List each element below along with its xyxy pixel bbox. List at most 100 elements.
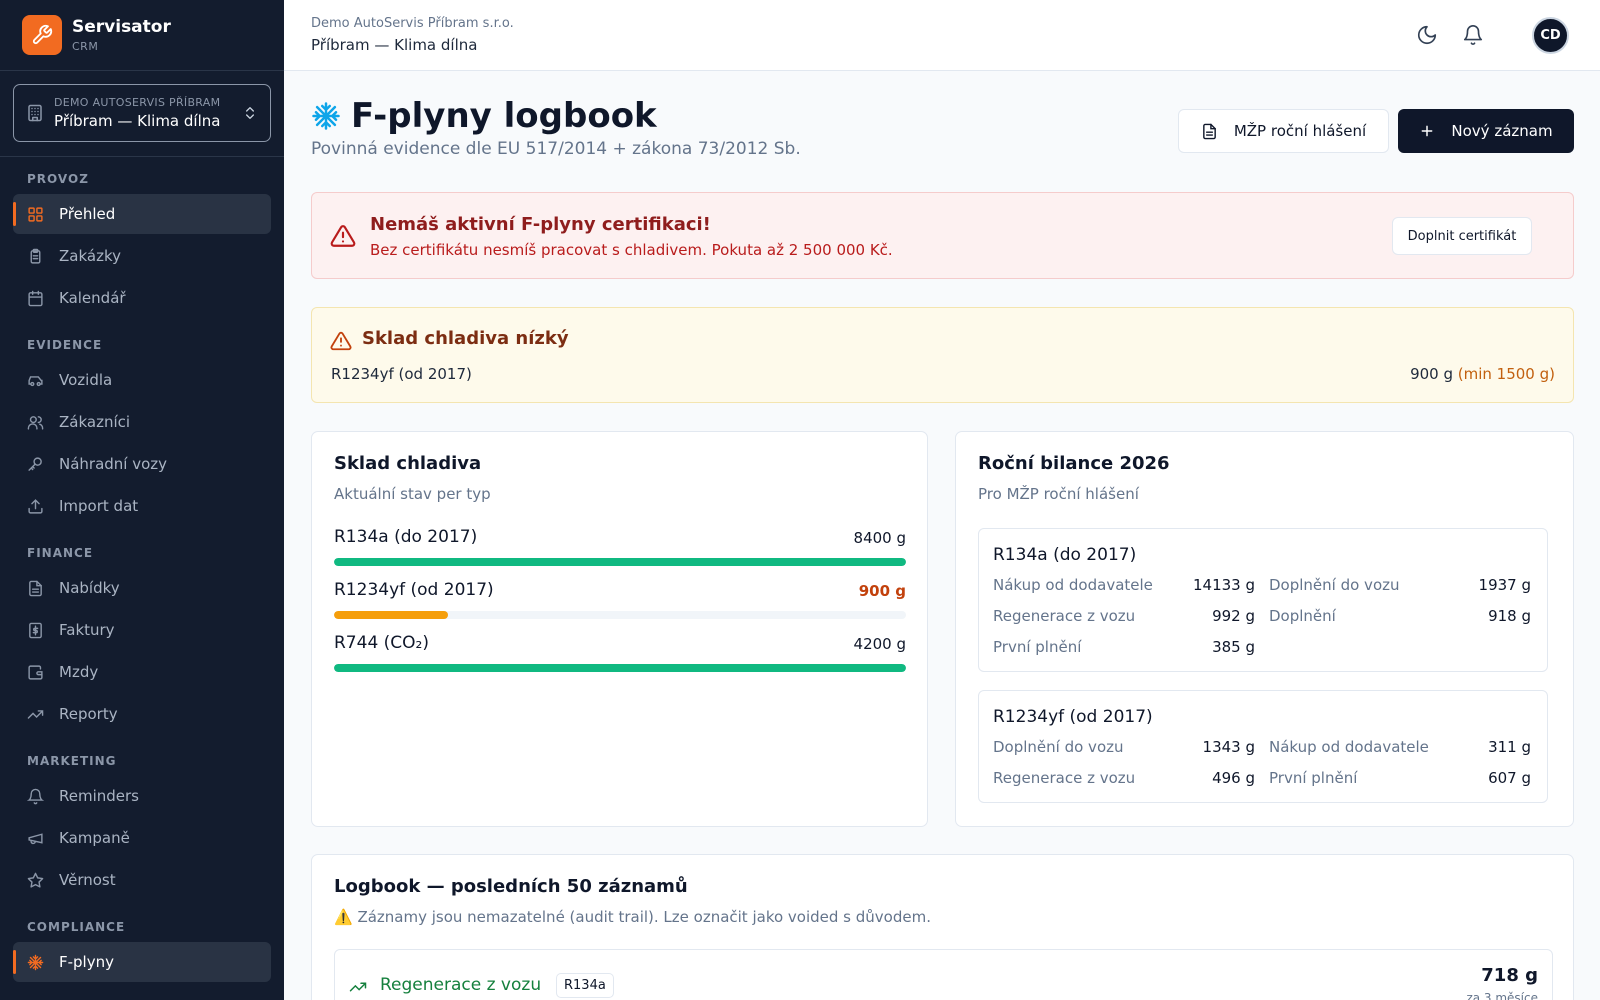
sidebar-item-import-dat[interactable]: Import dat bbox=[13, 486, 271, 526]
stock-card: Sklad chladiva Aktuální stav per typ R13… bbox=[311, 431, 928, 827]
sidebar-item-label: Věrnost bbox=[59, 871, 116, 889]
bell-icon[interactable] bbox=[1462, 24, 1484, 46]
balance-key: Regenerace z vozu bbox=[993, 769, 1136, 787]
sidebar-item-f-plyny[interactable]: F-plyny bbox=[13, 942, 271, 982]
new-record-label: Nový záznam bbox=[1451, 122, 1553, 140]
nav-section-compliance: COMPLIANCE bbox=[27, 920, 126, 934]
stock-bar-fill bbox=[334, 664, 906, 672]
balance-key: Nákup od dodavatele bbox=[993, 576, 1153, 594]
brand-sub: CRM bbox=[72, 40, 99, 53]
sidebar-item-label: Přehled bbox=[59, 205, 116, 223]
sidebar-item-label: Kampaně bbox=[59, 829, 130, 847]
sidebar-item-reporty[interactable]: Reporty bbox=[13, 694, 271, 734]
header-org: Demo AutoServis Příbram s.r.o. bbox=[311, 16, 514, 31]
stock-bar bbox=[334, 664, 906, 672]
logbook-note: ⚠️ Záznamy jsou nemazatelné (audit trail… bbox=[334, 908, 931, 926]
low-stock-alert: Sklad chladiva nízký R1234yf (od 2017) 9… bbox=[311, 307, 1574, 403]
balance-key: První plnění bbox=[1269, 769, 1358, 787]
add-certificate-button[interactable]: Doplnit certifikát bbox=[1392, 217, 1532, 255]
sidebar-item-label: Nabídky bbox=[59, 579, 120, 597]
low-stock-min: (min 1500 g) bbox=[1457, 365, 1555, 383]
stock-value: 4200 g bbox=[853, 635, 906, 653]
moon-icon[interactable] bbox=[1416, 24, 1438, 46]
low-stock-value: 900 g (min 1500 g) bbox=[1410, 365, 1555, 383]
stock-bar-fill bbox=[334, 558, 906, 566]
wallet-icon bbox=[28, 664, 43, 680]
sidebar-item-zakazky[interactable]: Zakázky bbox=[13, 236, 271, 276]
snowflake-icon bbox=[312, 102, 340, 130]
sidebar-item-faktury[interactable]: Faktury bbox=[13, 610, 271, 650]
plus-icon bbox=[1422, 125, 1433, 137]
sidebar-item-prehled[interactable]: Přehled bbox=[13, 194, 271, 234]
sidebar-item-nahradni-vozy[interactable]: Náhradní vozy bbox=[13, 444, 271, 484]
sidebar-item-reminders[interactable]: Reminders bbox=[13, 776, 271, 816]
low-stock-current: 900 g bbox=[1410, 365, 1453, 383]
mzp-report-button[interactable]: MŽP roční hlášení bbox=[1178, 109, 1389, 153]
key-icon bbox=[28, 456, 42, 471]
low-stock-item: R1234yf (od 2017) bbox=[331, 365, 472, 383]
balance-value: 311 g bbox=[1488, 738, 1531, 756]
stock-name: R1234yf (od 2017) bbox=[334, 580, 494, 600]
building-icon bbox=[28, 104, 42, 122]
avatar[interactable]: CD bbox=[1532, 17, 1569, 54]
header-location: Příbram — Klima dílna bbox=[311, 36, 478, 54]
megaphone-icon bbox=[28, 832, 43, 844]
balance-value: 992 g bbox=[1212, 607, 1255, 625]
topbar: Demo AutoServis Příbram s.r.o. Příbram —… bbox=[284, 0, 1600, 71]
balance-value: 14133 g bbox=[1192, 576, 1255, 594]
certification-alert: Nemáš aktivní F-plyny certifikaci! Bez c… bbox=[311, 192, 1574, 279]
nav-section-evidence: EVIDENCE bbox=[27, 338, 103, 352]
sidebar-item-nabidky[interactable]: Nabídky bbox=[13, 568, 271, 608]
nav-section-provoz: PROVOZ bbox=[27, 172, 89, 186]
stock-value: 900 g bbox=[858, 582, 906, 600]
warning-icon bbox=[330, 331, 352, 351]
sidebar-item-kampane[interactable]: Kampaně bbox=[13, 818, 271, 858]
entry-type: Regenerace z vozu bbox=[380, 975, 542, 995]
refrigerant-badge: R134a bbox=[556, 973, 614, 998]
entry-amount: 718 g bbox=[1481, 965, 1538, 986]
balance-value: 1937 g bbox=[1478, 576, 1531, 594]
bell-icon bbox=[27, 788, 44, 804]
balance-title: Roční bilance 2026 bbox=[978, 453, 1170, 474]
nav-section-marketing: MARKETING bbox=[27, 754, 117, 768]
location-selector[interactable]: DEMO AUTOSERVIS PŘÍBRAM Příbram — Klima … bbox=[13, 84, 271, 142]
brand-name: Servisator bbox=[72, 17, 171, 37]
alert-title: Sklad chladiva nízký bbox=[362, 328, 569, 349]
sidebar-item-vernost[interactable]: Věrnost bbox=[13, 860, 271, 900]
file-text-icon bbox=[1202, 123, 1216, 139]
sidebar-item-mzdy[interactable]: Mzdy bbox=[13, 652, 271, 692]
sidebar-item-kalendar[interactable]: Kalendář bbox=[13, 278, 271, 318]
upload-icon bbox=[28, 498, 43, 514]
balance-key: Nákup od dodavatele bbox=[1269, 738, 1429, 756]
sidebar-item-label: Vozidla bbox=[59, 371, 113, 389]
stock-subtitle: Aktuální stav per typ bbox=[334, 485, 491, 503]
balance-value: 496 g bbox=[1212, 769, 1255, 787]
main-content: F-plyny logbook Povinná evidence dle EU … bbox=[284, 71, 1600, 1000]
balance-key: První plnění bbox=[993, 638, 1082, 656]
stock-value: 8400 g bbox=[853, 529, 906, 547]
invoice-icon bbox=[29, 622, 42, 638]
sidebar-item-zakaznici[interactable]: Zákazníci bbox=[13, 402, 271, 442]
logbook-card: Logbook — posledních 50 záznamů ⚠️ Zázna… bbox=[311, 854, 1574, 1000]
alert-text: Bez certifikátu nesmíš pracovat s chladi… bbox=[370, 241, 893, 259]
dashboard-icon bbox=[28, 206, 43, 222]
sidebar-item-label: Zákazníci bbox=[59, 413, 131, 431]
balance-value: 918 g bbox=[1488, 607, 1531, 625]
logbook-entry[interactable]: Regenerace z vozu R134a 718 g za 3 měsíc… bbox=[334, 949, 1553, 1000]
new-record-button[interactable]: Nový záznam bbox=[1398, 109, 1574, 153]
sidebar: Servisator CRM DEMO AUTOSERVIS PŘÍBRAM P… bbox=[0, 0, 284, 1000]
sidebar-item-label: Mzdy bbox=[59, 663, 99, 681]
sidebar-item-vozidla[interactable]: Vozidla bbox=[13, 360, 271, 400]
balance-card: Roční bilance 2026 Pro MŽP roční hlášení… bbox=[955, 431, 1574, 827]
sidebar-item-label: Reporty bbox=[59, 705, 118, 723]
sidebar-item-label: Zakázky bbox=[59, 247, 121, 265]
balance-key: Doplnění bbox=[1269, 607, 1336, 625]
page-title: F-plyny logbook bbox=[351, 96, 657, 136]
stock-bar-fill bbox=[334, 611, 449, 619]
stock-name: R744 (CO₂) bbox=[334, 633, 429, 653]
sidebar-nav: PROVOZ Přehled Zakázky Kalendář EVIDENCE… bbox=[0, 172, 284, 982]
sidebar-item-label: Kalendář bbox=[59, 289, 126, 307]
users-icon bbox=[27, 415, 44, 430]
sidebar-item-label: Faktury bbox=[59, 621, 115, 639]
nav-section-finance: FINANCE bbox=[27, 546, 94, 560]
